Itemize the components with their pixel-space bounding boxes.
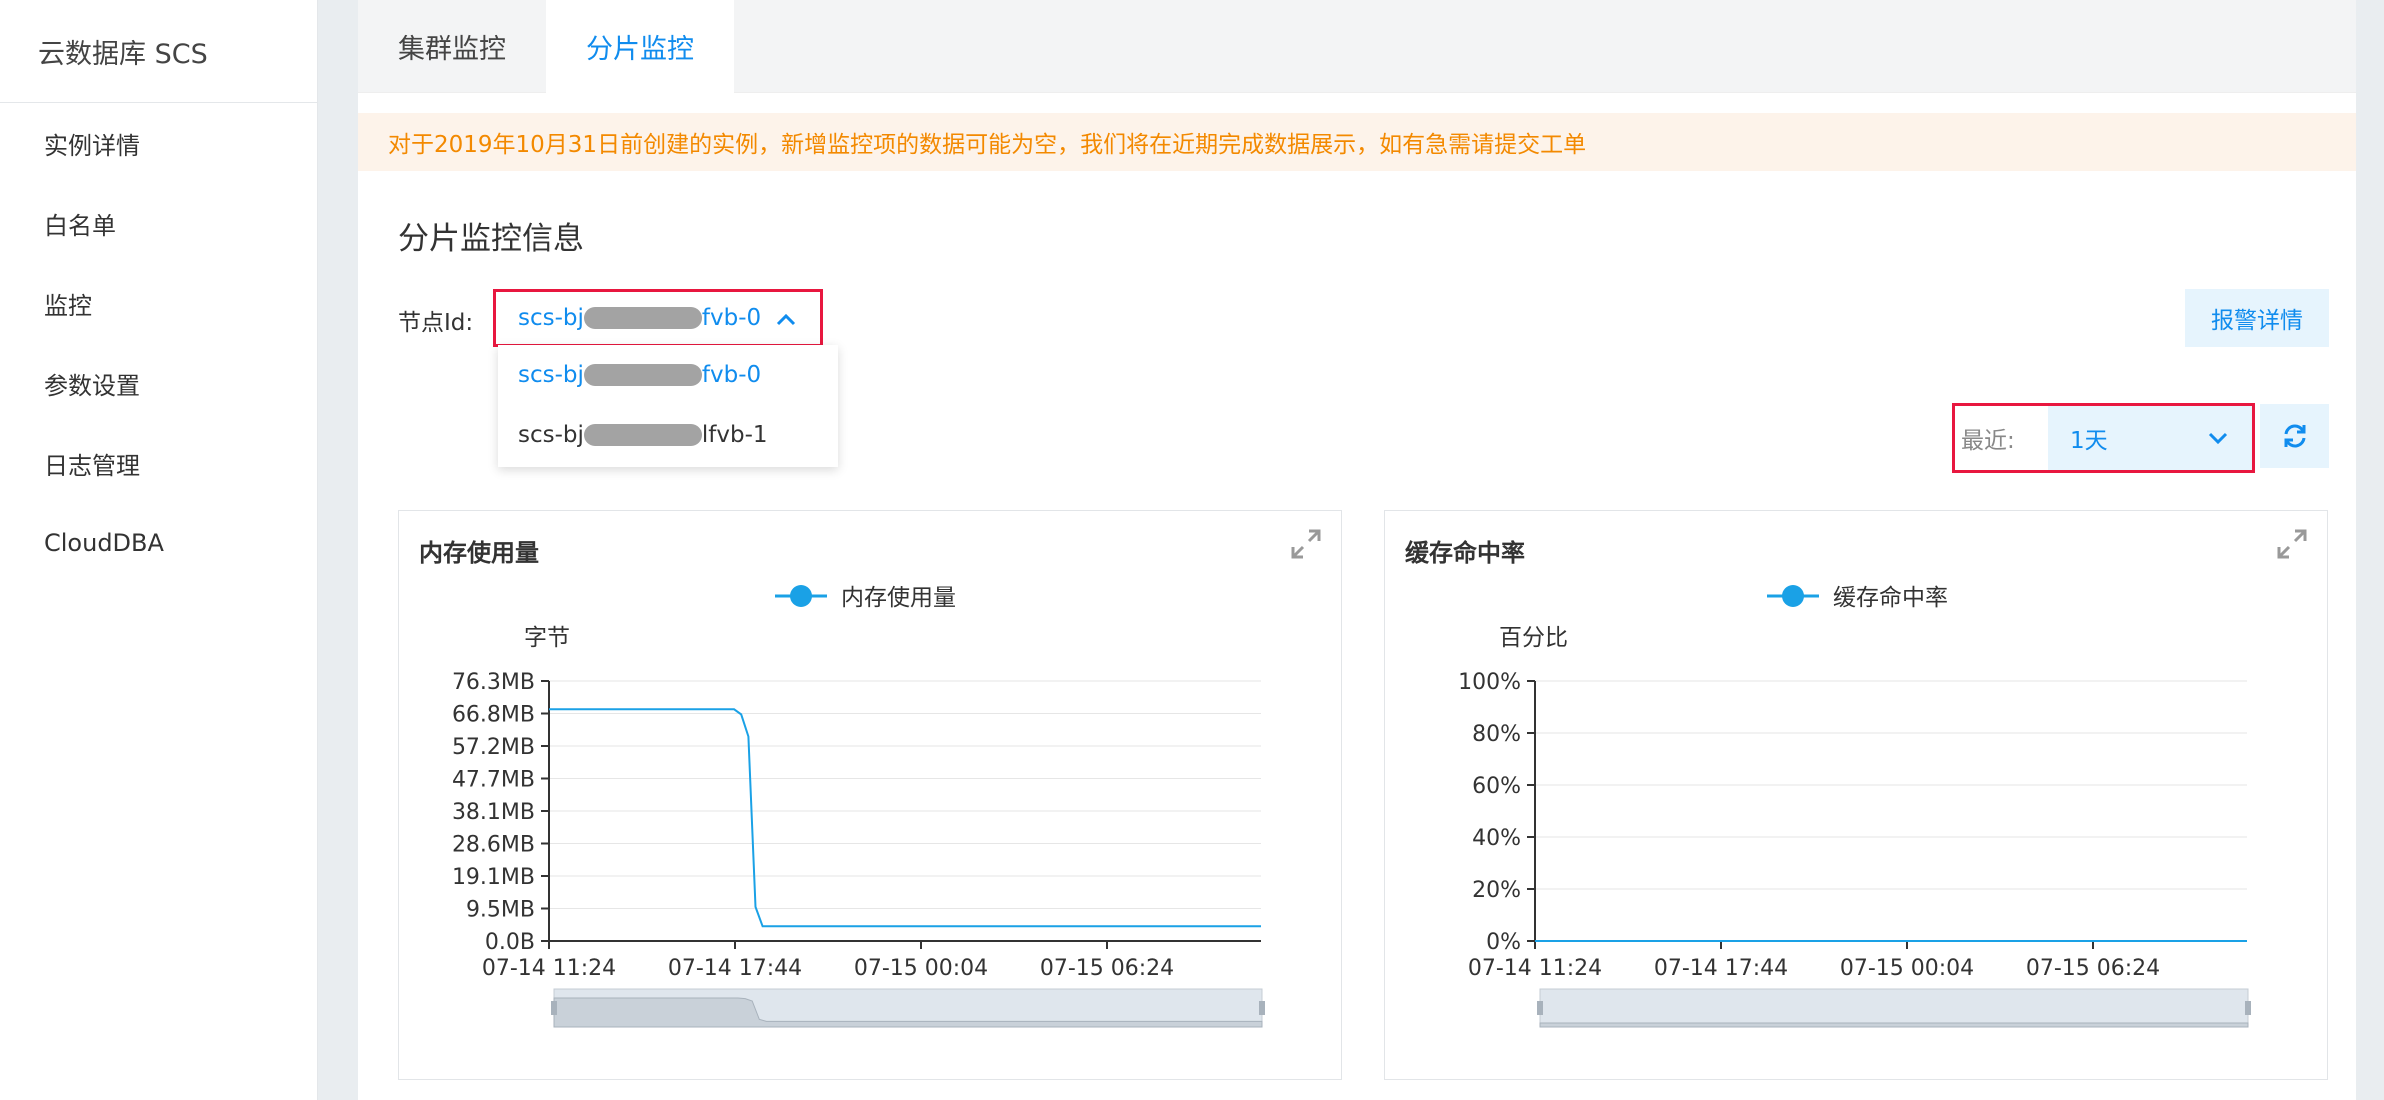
sidebar-item-monitor[interactable]: 监控 bbox=[0, 263, 317, 343]
x-tick-label: 07-15 06:24 bbox=[2026, 956, 2160, 981]
time-range-select[interactable]: 1天 bbox=[2048, 406, 2252, 470]
zoom-handle-right bbox=[1259, 1001, 1265, 1015]
legend-label: 缓存命中率 bbox=[1833, 585, 1948, 611]
redaction-mask bbox=[583, 307, 702, 329]
y-tick-label: 76.3MB bbox=[452, 670, 535, 695]
section-title: 分片监控信息 bbox=[398, 221, 584, 257]
series-line bbox=[549, 708, 1261, 928]
node-select-suffix: fvb-0 bbox=[701, 305, 762, 331]
x-tick-label: 07-15 00:04 bbox=[1840, 956, 1974, 981]
data-zoom-slider bbox=[1537, 988, 2251, 1028]
node-option[interactable]: scs-bj lfvb-1 bbox=[498, 405, 838, 465]
y-tick-label: 100% bbox=[1458, 670, 1521, 695]
data-zoom-slider bbox=[551, 988, 1265, 1028]
node-option-prefix: scs-bj bbox=[518, 362, 584, 388]
y-tick-label: 0% bbox=[1486, 930, 1521, 955]
tab-bar: 集群监控 分片监控 bbox=[358, 0, 2356, 93]
y-tick-label: 80% bbox=[1472, 722, 1521, 747]
sidebar-item-instance-detail[interactable]: 实例详情 bbox=[0, 103, 317, 183]
time-range-picker: 最近: 1天 bbox=[1952, 403, 2255, 473]
zoom-preview bbox=[1539, 1022, 2249, 1028]
legend-marker bbox=[1782, 585, 1804, 607]
y-tick-label: 66.8MB bbox=[452, 703, 535, 728]
y-tick-label: 60% bbox=[1472, 774, 1521, 799]
legend-label: 内存使用量 bbox=[841, 585, 956, 611]
node-option[interactable]: scs-bj fvb-0 bbox=[498, 345, 838, 405]
node-option-suffix: lfvb-1 bbox=[701, 422, 768, 448]
x-tick-label: 07-14 17:44 bbox=[1654, 956, 1788, 981]
chart-legend: 缓存命中率 bbox=[1767, 585, 1948, 611]
x-tick-label: 07-14 11:24 bbox=[482, 956, 616, 981]
sidebar: 云数据库 SCS 实例详情 白名单 监控 参数设置 日志管理 CloudDBA bbox=[0, 0, 318, 1100]
x-tick-label: 07-15 00:04 bbox=[854, 956, 988, 981]
sidebar-item-logs[interactable]: 日志管理 bbox=[0, 423, 317, 503]
chart-card-memory: 内存使用量 内存使用量字节 0.0B 9.5MB 19.1MB 28.6MB 38.1MB… bbox=[398, 510, 1342, 1080]
y-tick-label: 40% bbox=[1472, 826, 1521, 851]
y-tick-label: 0.0B bbox=[485, 930, 535, 955]
zoom-handle-left bbox=[1537, 1001, 1543, 1015]
sidebar-item-params[interactable]: 参数设置 bbox=[0, 343, 317, 423]
node-dropdown-menu: scs-bj fvb-0 scs-bj lfvb-1 bbox=[498, 345, 838, 467]
chevron-up-icon bbox=[776, 313, 796, 326]
notice-banner: 对于2019年10月31日前创建的实例，新增监控项的数据可能为空，我们将在近期完… bbox=[358, 113, 2356, 171]
y-tick-label: 28.6MB bbox=[452, 833, 535, 858]
cache-hit-rate-chart: 缓存命中率百分比 0% 20% 40% 60% 80% 100% 07-14 11:24 07-… bbox=[1458, 585, 2251, 1028]
y-tick-label: 20% bbox=[1472, 878, 1521, 903]
node-option-suffix: fvb-0 bbox=[701, 362, 762, 388]
x-tick-label: 07-14 17:44 bbox=[668, 956, 802, 981]
sidebar-item-clouddba[interactable]: CloudDBA bbox=[0, 503, 317, 583]
tab-cluster-monitor[interactable]: 集群监控 bbox=[358, 0, 546, 93]
zoom-handle-right bbox=[2245, 1001, 2251, 1015]
node-id-select[interactable]: scs-bj fvb-0 bbox=[493, 289, 823, 347]
refresh-button[interactable] bbox=[2260, 404, 2329, 468]
redaction-mask bbox=[583, 364, 702, 386]
alarm-detail-button[interactable]: 报警详情 bbox=[2185, 289, 2329, 347]
chart-card-hit-rate: 缓存命中率 缓存命中率百分比 0% 20% 40% 60% 80% 100% 07-14 11… bbox=[1384, 510, 2328, 1080]
y-tick-label: 47.7MB bbox=[452, 768, 535, 793]
chevron-down-icon bbox=[2208, 432, 2228, 445]
content-area: 对于2019年10月31日前创建的实例，新增监控项的数据可能为空，我们将在近期完… bbox=[358, 93, 2356, 1100]
time-range-value: 1天 bbox=[2070, 428, 2108, 454]
product-title: 云数据库 SCS bbox=[0, 0, 317, 103]
main-panel: 集群监控 分片监控 对于2019年10月31日前创建的实例，新增监控项的数据可能… bbox=[358, 0, 2356, 1100]
refresh-icon bbox=[2284, 424, 2305, 448]
zoom-track bbox=[1539, 988, 2249, 1028]
x-tick-label: 07-14 11:24 bbox=[1468, 956, 1602, 981]
node-select-prefix: scs-bj bbox=[518, 305, 584, 331]
tab-shard-monitor[interactable]: 分片监控 bbox=[546, 0, 734, 93]
node-option-prefix: scs-bj bbox=[518, 422, 584, 448]
node-id-label: 节点Id: bbox=[398, 310, 474, 336]
x-tick-label: 07-15 06:24 bbox=[1040, 956, 1174, 981]
y-tick-label: 38.1MB bbox=[452, 800, 535, 825]
y-tick-label: 19.1MB bbox=[452, 865, 535, 890]
y-tick-label: 9.5MB bbox=[466, 898, 535, 923]
y-axis-label: 百分比 bbox=[1499, 625, 1568, 651]
y-axis-label: 字节 bbox=[524, 625, 570, 651]
zoom-handle-left bbox=[551, 1001, 557, 1015]
sidebar-item-whitelist[interactable]: 白名单 bbox=[0, 183, 317, 263]
y-tick-label: 57.2MB bbox=[452, 735, 535, 760]
chart-legend: 内存使用量 bbox=[775, 585, 956, 611]
redaction-mask bbox=[583, 424, 702, 446]
legend-marker bbox=[790, 585, 812, 607]
recent-label: 最近: bbox=[1961, 428, 2015, 454]
memory-usage-chart: 内存使用量字节 0.0B 9.5MB 19.1MB 28.6MB 38.1MB 47.7MB… bbox=[452, 585, 1265, 1028]
